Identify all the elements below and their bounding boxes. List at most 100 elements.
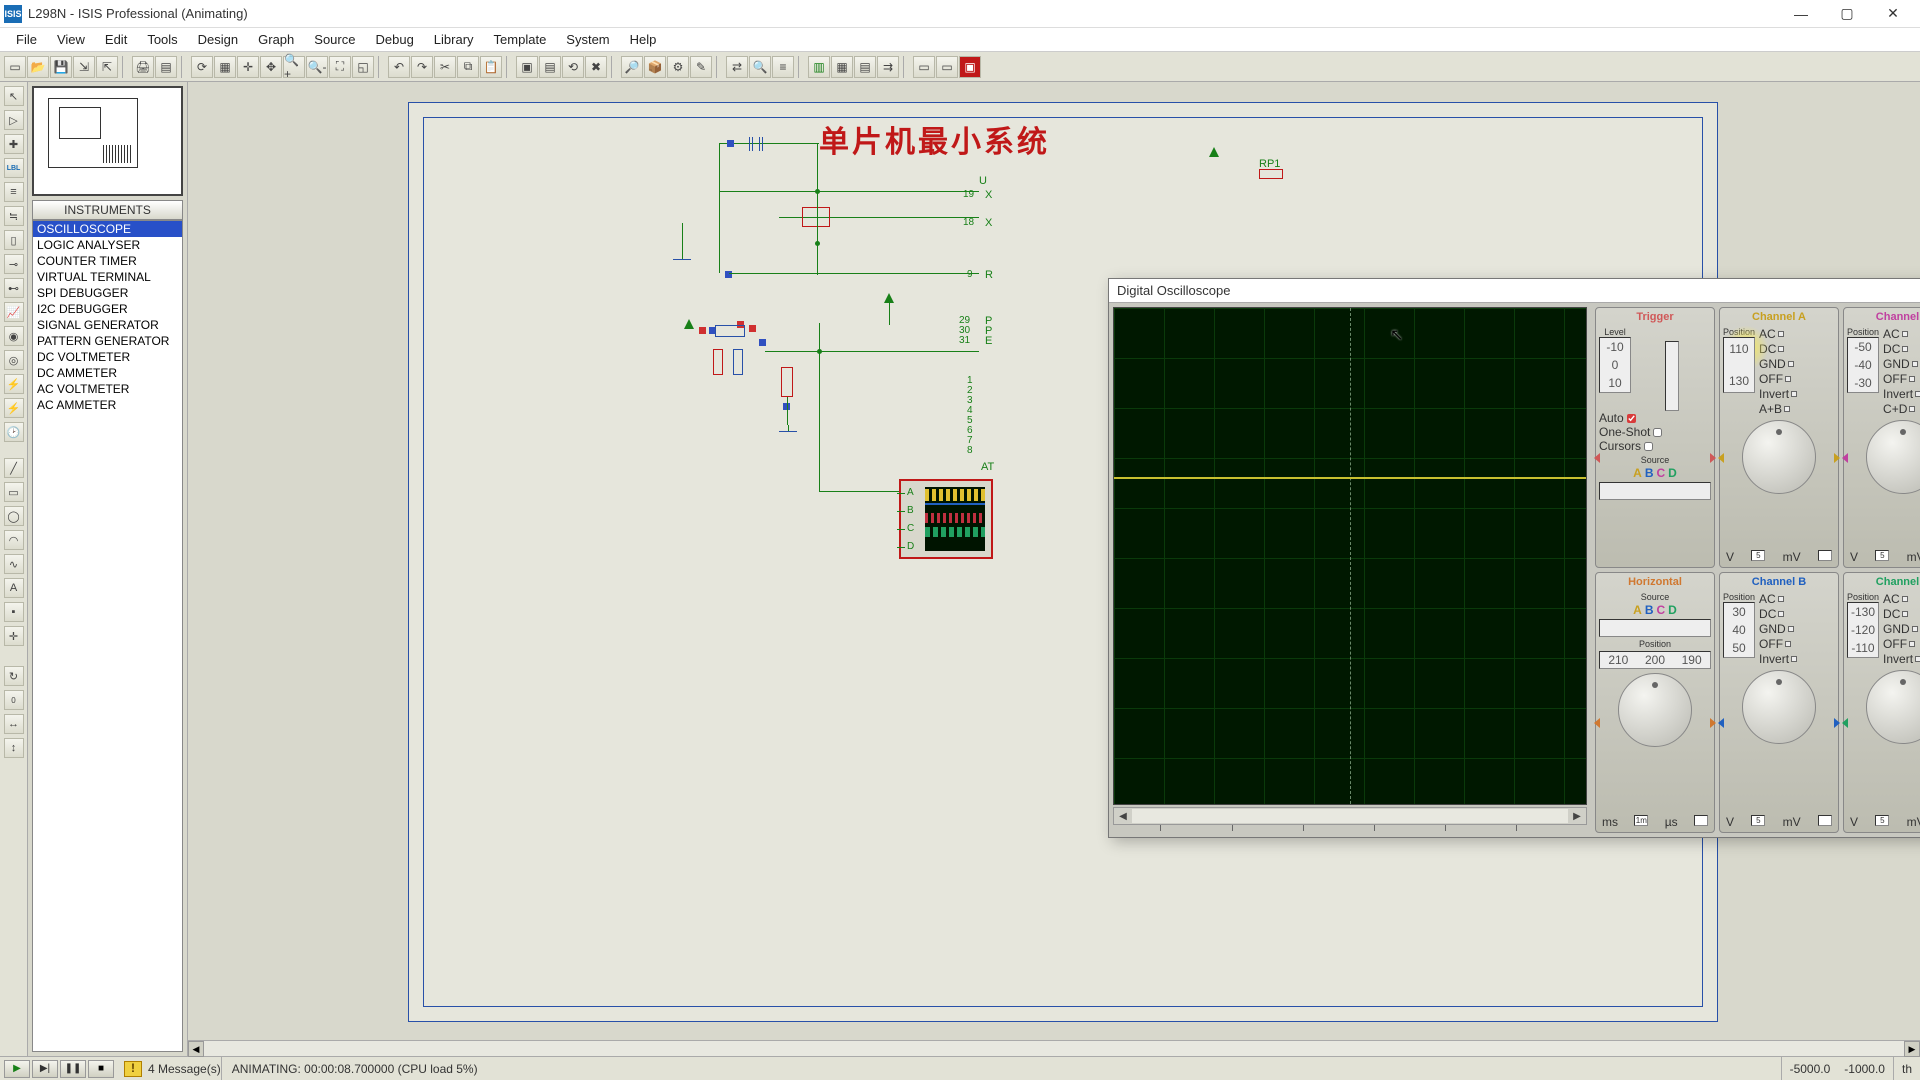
horiz-position-slider[interactable]: 210 200 190: [1599, 651, 1711, 669]
rect-icon[interactable]: ▭: [4, 482, 24, 502]
pick-icon[interactable]: 🔎: [621, 56, 643, 78]
ch-a-invert[interactable]: [1791, 391, 1797, 397]
instrument-item[interactable]: DC AMMETER: [33, 365, 182, 381]
ch-a-dc[interactable]: [1778, 346, 1784, 352]
path-icon[interactable]: ∿: [4, 554, 24, 574]
timebase-knob[interactable]: [1618, 673, 1692, 747]
instrument-icon[interactable]: 🕑: [4, 422, 24, 442]
hsrc-d[interactable]: D: [1668, 603, 1677, 617]
schematic-canvas[interactable]: 单片机最小系统 RP1 U 19 18 9 X: [188, 82, 1920, 1056]
zoom-in-icon[interactable]: 🔍+: [283, 56, 305, 78]
zoom-area-icon[interactable]: ◱: [352, 56, 374, 78]
grid-icon[interactable]: ▦: [214, 56, 236, 78]
menu-debug[interactable]: Debug: [365, 30, 423, 49]
probe-v-icon[interactable]: ⚡: [4, 374, 24, 394]
origin-icon[interactable]: ✛: [237, 56, 259, 78]
instrument-item[interactable]: COUNTER TIMER: [33, 253, 182, 269]
instrument-item[interactable]: SIGNAL GENERATOR: [33, 317, 182, 333]
instrument-item[interactable]: PATTERN GENERATOR: [33, 333, 182, 349]
instrument-item[interactable]: VIRTUAL TERMINAL: [33, 269, 182, 285]
menu-source[interactable]: Source: [304, 30, 365, 49]
ch-a-ab[interactable]: [1784, 406, 1790, 412]
scroll-left-icon[interactable]: ◀: [188, 1041, 204, 1057]
zoom-fit-icon[interactable]: ⛶: [329, 56, 351, 78]
menu-system[interactable]: System: [556, 30, 619, 49]
cut-icon[interactable]: ✂: [434, 56, 456, 78]
capacitor[interactable]: [749, 137, 753, 151]
line-icon[interactable]: ╱: [4, 458, 24, 478]
hsrc-c[interactable]: C: [1657, 603, 1666, 617]
close-button[interactable]: ✕: [1870, 0, 1916, 28]
report-icon[interactable]: ▭: [913, 56, 935, 78]
trigger-level-slider[interactable]: -10010: [1599, 337, 1631, 393]
circle-icon[interactable]: ◯: [4, 506, 24, 526]
ch-b-dc[interactable]: [1778, 611, 1784, 617]
new-icon[interactable]: ▭: [4, 56, 26, 78]
block-copy-icon[interactable]: ▣: [516, 56, 538, 78]
instrument-item[interactable]: I2C DEBUGGER: [33, 301, 182, 317]
oscilloscope-component[interactable]: A B C D: [899, 479, 993, 559]
ch-b-ac[interactable]: [1778, 596, 1784, 602]
component-mode-icon[interactable]: ▷: [4, 110, 24, 130]
menu-help[interactable]: Help: [620, 30, 667, 49]
block-move-icon[interactable]: ▤: [539, 56, 561, 78]
ch-b-position-slider[interactable]: 304050: [1723, 602, 1755, 658]
trigger-source-slider[interactable]: [1599, 482, 1711, 500]
copy-icon[interactable]: ⧉: [457, 56, 479, 78]
paste-icon[interactable]: 📋: [480, 56, 502, 78]
text-script-icon[interactable]: ≡: [4, 182, 24, 202]
oscilloscope-titlebar[interactable]: Digital Oscilloscope ✕: [1109, 279, 1920, 303]
ch-a-position-slider[interactable]: 110130: [1723, 337, 1755, 393]
ch-c-position-slider[interactable]: -50-40-30: [1847, 337, 1879, 393]
pause-button[interactable]: ❚❚: [60, 1060, 86, 1078]
zoom-out-icon[interactable]: 🔍-: [306, 56, 328, 78]
ch-c-dc[interactable]: [1902, 346, 1908, 352]
ch-b-volts-div-knob[interactable]: [1742, 670, 1816, 744]
search-icon[interactable]: 🔍: [749, 56, 771, 78]
stop-button[interactable]: ■: [88, 1060, 114, 1078]
resistor3[interactable]: [781, 367, 793, 397]
print-icon[interactable]: 🖨: [132, 56, 154, 78]
pan-icon[interactable]: ✥: [260, 56, 282, 78]
play-button[interactable]: ▶: [4, 1060, 30, 1078]
instrument-item[interactable]: SPI DEBUGGER: [33, 285, 182, 301]
ares-launch-icon[interactable]: ▣: [959, 56, 981, 78]
pin-icon[interactable]: ⊷: [4, 278, 24, 298]
oscilloscope-scroll[interactable]: ◀ ▶: [1113, 807, 1587, 825]
bus-mode-icon[interactable]: ≒: [4, 206, 24, 226]
rp1-body[interactable]: [1259, 169, 1283, 179]
ch-d-ac[interactable]: [1902, 596, 1908, 602]
ch-a-off[interactable]: [1785, 376, 1791, 382]
menu-tools[interactable]: Tools: [137, 30, 187, 49]
property-icon[interactable]: ≡: [772, 56, 794, 78]
ch-b-gnd[interactable]: [1788, 626, 1794, 632]
ch-a-volts-div-knob[interactable]: [1742, 420, 1816, 494]
graph-mode-icon[interactable]: 📈: [4, 302, 24, 322]
scroll-right-icon[interactable]: ▶: [1904, 1041, 1920, 1057]
save-icon[interactable]: 💾: [50, 56, 72, 78]
ch-b-off[interactable]: [1785, 641, 1791, 647]
switch[interactable]: [715, 325, 745, 337]
src-c[interactable]: C: [1657, 466, 1666, 480]
block-rotate-icon[interactable]: ⟲: [562, 56, 584, 78]
instrument-item[interactable]: AC VOLTMETER: [33, 381, 182, 397]
resistor[interactable]: [713, 349, 723, 375]
label-mode-icon[interactable]: LBL: [4, 158, 24, 178]
ch-a-gnd[interactable]: [1788, 361, 1794, 367]
oscilloscope-display[interactable]: [1113, 307, 1587, 805]
html-icon[interactable]: ▭: [936, 56, 958, 78]
osc-scroll-right-icon[interactable]: ▶: [1568, 811, 1586, 822]
instrument-item[interactable]: OSCILLOSCOPE: [33, 221, 182, 237]
menu-design[interactable]: Design: [188, 30, 248, 49]
ch-d-dc[interactable]: [1902, 611, 1908, 617]
instrument-item[interactable]: DC VOLTMETER: [33, 349, 182, 365]
step-button[interactable]: ▶|: [32, 1060, 58, 1078]
src-d[interactable]: D: [1668, 466, 1677, 480]
menu-graph[interactable]: Graph: [248, 30, 304, 49]
probe-i-icon[interactable]: ⚡: [4, 398, 24, 418]
erc-icon[interactable]: ▦: [831, 56, 853, 78]
ch-d-volts-div-knob[interactable]: [1866, 670, 1920, 744]
osc-scroll-left-icon[interactable]: ◀: [1114, 811, 1132, 822]
instrument-item[interactable]: AC AMMETER: [33, 397, 182, 413]
ares-icon[interactable]: ⇉: [877, 56, 899, 78]
